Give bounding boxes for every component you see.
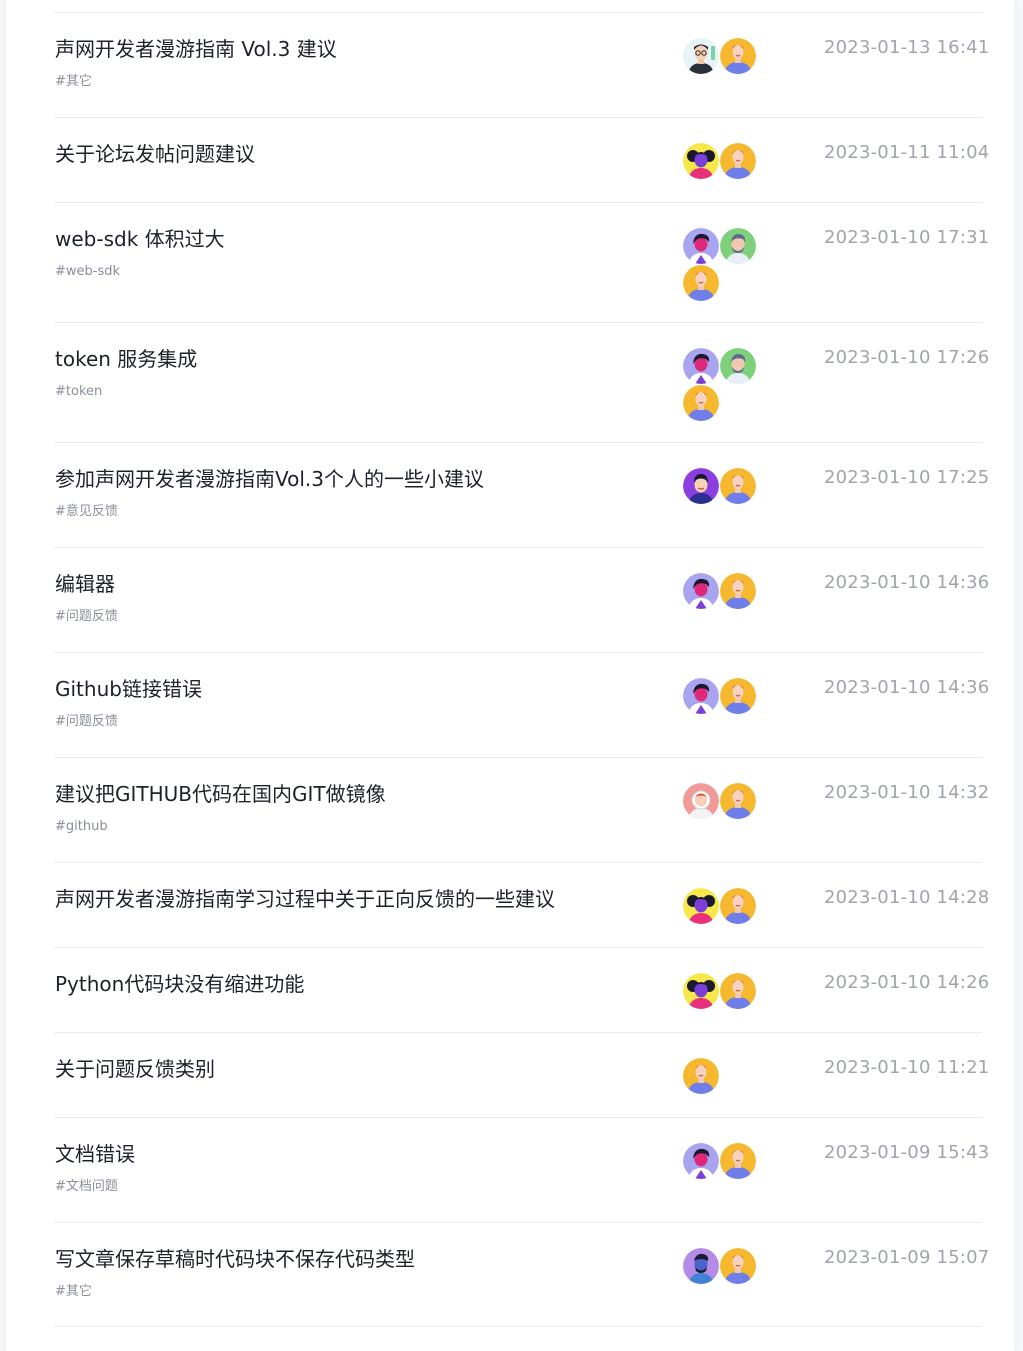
- avatar-purple-woman-icon[interactable]: [683, 573, 719, 609]
- topic-row[interactable]: Github链接错误 #问题反馈 2023-01-10 14:36: [54, 652, 989, 758]
- avatar-pink-astronaut-icon[interactable]: [683, 783, 719, 819]
- topic-title[interactable]: 关于问题反馈类别: [55, 1055, 215, 1083]
- avatar-yellow-woman-icon[interactable]: [683, 888, 719, 924]
- avatar-violet-person-icon[interactable]: [683, 468, 719, 504]
- avatar-purple-woman-icon[interactable]: [683, 348, 719, 384]
- topic-row[interactable]: 编辑器 #问题反馈 2023-01-10 14:36: [54, 547, 989, 653]
- topic-row[interactable]: 关于问题反馈类别 2023-01-10 11:21: [54, 1032, 989, 1117]
- topic-timestamp: 2023-01-10 14:36: [824, 677, 990, 698]
- topic-timestamp: 2023-01-10 11:21: [824, 1057, 990, 1078]
- topic-timestamp: 2023-01-10 14:26: [824, 972, 990, 993]
- topic-timestamp: 2023-01-10 14:36: [824, 572, 990, 593]
- topic-row[interactable]: 声网开发者漫游指南学习过程中关于正向反馈的一些建议 2023-01-10 14:2…: [54, 862, 989, 947]
- avatar-orange-man-icon[interactable]: [720, 1143, 756, 1179]
- topic-title[interactable]: 声网开发者漫游指南学习过程中关于正向反馈的一些建议: [55, 885, 555, 913]
- topic-title[interactable]: 文档错误: [55, 1140, 135, 1168]
- topic-tag[interactable]: #其它: [55, 1283, 92, 1301]
- topic-row[interactable]: token 服务集成 #token 2023-01-10 17:26: [54, 322, 989, 442]
- participant-avatars: [683, 348, 763, 428]
- topic-tag[interactable]: #问题反馈: [55, 608, 118, 626]
- topic-timestamp: 2023-01-10 17:26: [824, 347, 990, 368]
- avatar-purple-woman-icon[interactable]: [683, 678, 719, 714]
- avatar-orange-man-icon[interactable]: [720, 573, 756, 609]
- topic-row[interactable]: 写文章保存草稿时代码块不保存代码类型 #其它 2023-01-09 15:07: [54, 1222, 989, 1328]
- avatar-orange-man-icon[interactable]: [683, 385, 719, 421]
- avatar-orange-man-icon[interactable]: [683, 1058, 719, 1094]
- topic-list: 声网开发者漫游指南 Vol.3 建议 #其它 2023-01-13 16:41 关于论…: [54, 12, 989, 1328]
- topic-timestamp: 2023-01-09 15:43: [824, 1142, 990, 1163]
- topic-row[interactable]: 文档错误 #文档问题 2023-01-09 15:43: [54, 1117, 989, 1223]
- avatar-glasses-man-icon[interactable]: [683, 38, 719, 74]
- topic-timestamp: 2023-01-11 11:04: [824, 142, 990, 163]
- participant-avatars: [683, 573, 763, 653]
- topic-row[interactable]: Python代码块没有缩进功能 2023-01-10 14:26: [54, 947, 989, 1032]
- participant-avatars: [683, 38, 763, 118]
- topic-tag[interactable]: #意见反馈: [55, 503, 118, 521]
- topic-timestamp: 2023-01-10 17:31: [824, 227, 990, 248]
- topic-timestamp: 2023-01-10 17:25: [824, 467, 990, 488]
- topic-timestamp: 2023-01-10 14:28: [824, 887, 990, 908]
- avatar-green-man-icon[interactable]: [720, 228, 756, 264]
- topic-row[interactable]: 建议把GITHUB代码在国内GIT做镜像 #github 2023-01-10 14…: [54, 757, 989, 863]
- topic-row[interactable]: web-sdk 体积过大 #web-sdk 2023-01-10 17:31: [54, 202, 989, 322]
- topic-tag[interactable]: #问题反馈: [55, 713, 118, 731]
- participant-avatars: [683, 228, 763, 308]
- avatar-green-man-icon[interactable]: [720, 348, 756, 384]
- avatar-yellow-woman-icon[interactable]: [683, 973, 719, 1009]
- topic-timestamp: 2023-01-13 16:41: [824, 37, 990, 58]
- participant-avatars: [683, 783, 763, 863]
- topic-title[interactable]: web-sdk 体积过大: [55, 225, 225, 253]
- topic-timestamp: 2023-01-09 15:07: [824, 1247, 990, 1268]
- topic-tag[interactable]: #web-sdk: [55, 263, 120, 281]
- topic-row[interactable]: 参加声网开发者漫游指南Vol.3个人的一些小建议 #意见反馈 2023-01-10 …: [54, 442, 989, 548]
- topic-title[interactable]: Github链接错误: [55, 675, 202, 703]
- topic-title[interactable]: token 服务集成: [55, 345, 197, 373]
- participant-avatars: [683, 468, 763, 548]
- avatar-purple-woman-icon[interactable]: [683, 228, 719, 264]
- avatar-lavender-man-icon[interactable]: [683, 1248, 719, 1284]
- topic-tag[interactable]: #其它: [55, 73, 92, 91]
- avatar-orange-man-icon[interactable]: [720, 1248, 756, 1284]
- avatar-orange-man-icon[interactable]: [720, 888, 756, 924]
- topic-title[interactable]: 编辑器: [55, 570, 115, 598]
- topic-title[interactable]: 关于论坛发帖问题建议: [55, 140, 255, 168]
- topic-title[interactable]: 写文章保存草稿时代码块不保存代码类型: [55, 1245, 415, 1273]
- topic-title[interactable]: 建议把GITHUB代码在国内GIT做镜像: [55, 780, 386, 808]
- avatar-orange-man-icon[interactable]: [720, 468, 756, 504]
- avatar-orange-man-icon[interactable]: [683, 265, 719, 301]
- topic-title[interactable]: 声网开发者漫游指南 Vol.3 建议: [55, 35, 337, 63]
- avatar-orange-man-icon[interactable]: [720, 678, 756, 714]
- participant-avatars: [683, 1248, 763, 1328]
- topic-tag[interactable]: #文档问题: [55, 1178, 118, 1196]
- topic-tag[interactable]: #token: [55, 383, 102, 401]
- avatar-yellow-woman-icon[interactable]: [683, 143, 719, 179]
- topic-list-card: 声网开发者漫游指南 Vol.3 建议 #其它 2023-01-13 16:41 关于论…: [6, 0, 1014, 1351]
- participant-avatars: [683, 678, 763, 758]
- topic-title[interactable]: 参加声网开发者漫游指南Vol.3个人的一些小建议: [55, 465, 484, 493]
- avatar-orange-man-icon[interactable]: [720, 38, 756, 74]
- topic-tag[interactable]: #github: [55, 818, 108, 836]
- avatar-orange-man-icon[interactable]: [720, 783, 756, 819]
- avatar-purple-woman-icon[interactable]: [683, 1143, 719, 1179]
- topic-title[interactable]: Python代码块没有缩进功能: [55, 970, 304, 998]
- avatar-orange-man-icon[interactable]: [720, 143, 756, 179]
- participant-avatars: [683, 1143, 763, 1223]
- topic-row[interactable]: 声网开发者漫游指南 Vol.3 建议 #其它 2023-01-13 16:41: [54, 12, 989, 118]
- avatar-orange-man-icon[interactable]: [720, 973, 756, 1009]
- topic-row[interactable]: 关于论坛发帖问题建议 2023-01-11 11:04: [54, 117, 989, 202]
- topic-timestamp: 2023-01-10 14:32: [824, 782, 990, 803]
